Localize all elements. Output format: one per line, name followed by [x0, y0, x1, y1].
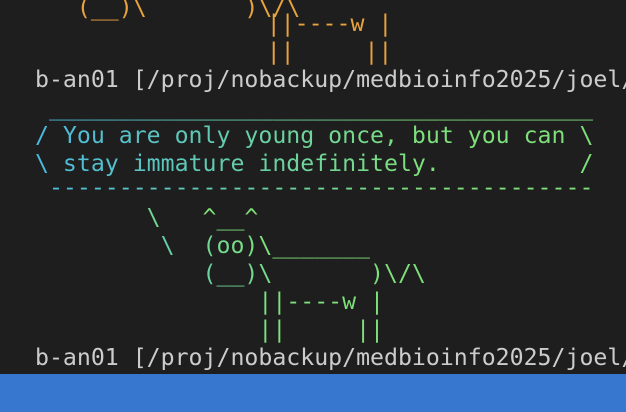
terminal-output[interactable]: (__)\ )\/\ ||----w | || || b-an01 [/proj…	[0, 0, 626, 374]
cow-art-line: \ ^__^	[35, 204, 259, 231]
speech-bubble-top: _______________________________________	[35, 94, 594, 121]
shell-prompt: b-an01 [/proj/nobackup/medbioinfo2025/jo…	[35, 344, 626, 371]
shell-prompt: b-an01 [/proj/nobackup/medbioinfo2025/jo…	[35, 66, 626, 93]
status-bar	[0, 374, 626, 412]
speech-bubble-line: / You are only young once, but you can \	[35, 122, 594, 149]
cow-art-line: \ (oo)\_______	[35, 232, 371, 259]
cow-art-line: ||----w |	[35, 288, 385, 315]
cow-art-line: (__)\ )\/\	[35, 260, 426, 287]
prev-cow-line: || ||	[169, 38, 393, 65]
cow-art-line: || ||	[35, 316, 385, 343]
speech-bubble-bottom: ---------------------------------------	[35, 174, 594, 201]
prev-cow-line: ||----w |	[169, 10, 393, 37]
